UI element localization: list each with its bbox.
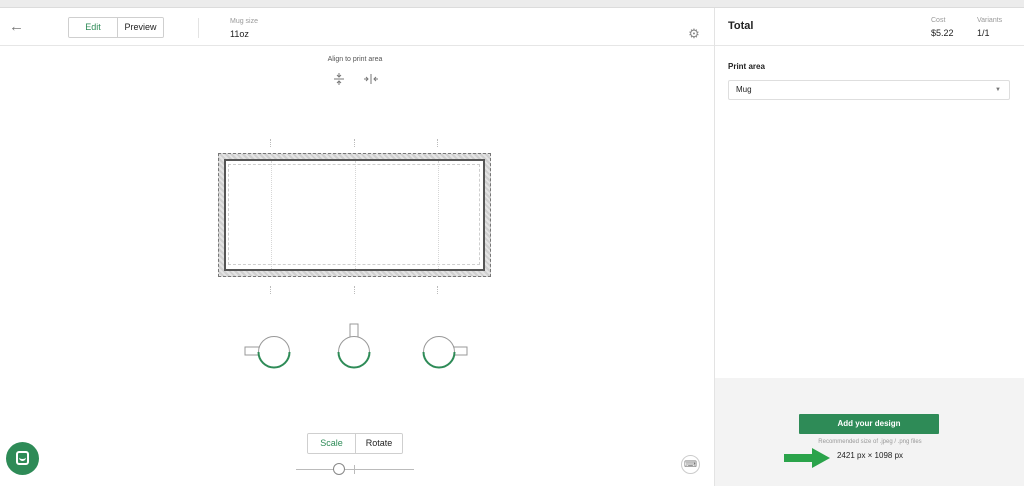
header-divider [198, 18, 199, 38]
cost-label: Cost [931, 17, 946, 24]
print-area-select-value: Mug [736, 85, 752, 94]
guide-mark [437, 139, 438, 147]
guide-mark [437, 286, 438, 294]
arrow-left-icon[interactable]: ← [9, 17, 24, 37]
pointer-arrow-icon [784, 448, 830, 468]
cost-value: $5.22 [931, 28, 954, 38]
print-guide-line [438, 161, 439, 269]
gear-icon[interactable]: ⚙ [688, 27, 700, 40]
guide-mark [270, 286, 271, 294]
align-horizontal-center-icon[interactable] [363, 72, 379, 86]
panel-header: Total Cost $5.22 Variants 1/1 [715, 8, 1024, 46]
align-title: Align to print area [327, 56, 383, 63]
print-guide-line [271, 161, 272, 269]
print-area-label: Print area [728, 62, 765, 71]
variants-label: Variants [977, 17, 1003, 24]
align-vertical-center-icon[interactable] [331, 72, 347, 86]
chevron-down-icon: ▼ [995, 87, 1001, 93]
print-area-select[interactable]: Mug ▼ [728, 80, 1010, 100]
mug-size-value[interactable]: 11oz [230, 29, 249, 39]
panel-footer: Add your design Recommended size of .jpe… [715, 378, 1024, 486]
safe-area [228, 164, 480, 265]
mug-view-right[interactable] [422, 336, 468, 369]
add-design-button[interactable]: Add your design [799, 414, 939, 434]
print-guide-line [355, 161, 356, 269]
print-area-canvas[interactable] [224, 159, 485, 271]
slider-center-tick [354, 465, 355, 474]
guide-mark [354, 286, 355, 294]
slider-track [296, 469, 414, 470]
panel-title: Total [728, 20, 754, 32]
mug-views [230, 318, 490, 378]
rotate-tab[interactable]: Rotate [355, 434, 402, 453]
slider-thumb[interactable] [333, 463, 345, 475]
edit-tab[interactable]: Edit [69, 18, 117, 37]
guide-mark [270, 139, 271, 147]
scale-slider[interactable] [296, 462, 414, 476]
mug-view-center[interactable] [337, 323, 371, 369]
mode-toggle: Edit Preview [68, 17, 164, 38]
guide-mark [354, 139, 355, 147]
mug-size-label: Mug size [230, 18, 259, 25]
keyboard-icon[interactable]: ⌨ [681, 455, 700, 474]
variants-value: 1/1 [977, 28, 990, 38]
mug-view-left[interactable] [244, 336, 291, 369]
recommended-text: Recommended size of .jpeg / .png files [818, 439, 922, 445]
scale-tab[interactable]: Scale [308, 434, 355, 453]
print-area[interactable] [218, 153, 491, 277]
chat-icon[interactable] [6, 442, 39, 475]
preview-tab[interactable]: Preview [117, 18, 163, 37]
transform-toggle: Scale Rotate [307, 433, 403, 454]
right-panel: Total Cost $5.22 Variants 1/1 Print area… [714, 8, 1024, 486]
top-strip [0, 0, 1024, 8]
editor-header: ← Edit Preview Mug size 11oz ⚙ [0, 8, 714, 46]
